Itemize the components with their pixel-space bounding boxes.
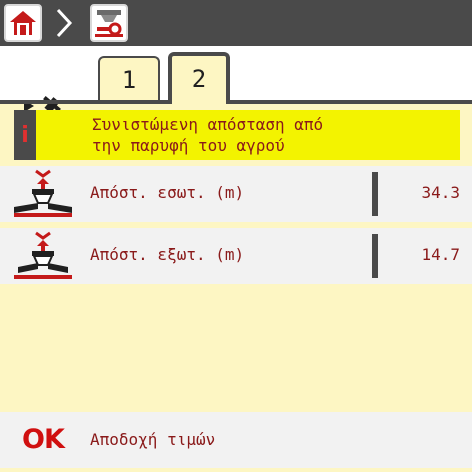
active-tab-gap xyxy=(172,100,226,104)
home-icon xyxy=(10,11,36,35)
tab-2-label: 2 xyxy=(191,65,207,93)
tab-2[interactable]: 2 xyxy=(168,52,230,102)
accept-values-button[interactable]: OK Αποδοχή τιμών xyxy=(0,412,472,468)
tab-1-label: 1 xyxy=(121,66,137,94)
top-navigation-bar xyxy=(0,0,472,46)
inner-distance-value: 34.3 xyxy=(421,183,460,202)
value-divider xyxy=(372,234,378,278)
tab-area: 1 2 xyxy=(0,46,472,144)
tab-1[interactable]: 1 xyxy=(98,56,160,102)
outer-distance-icon xyxy=(14,231,72,279)
info-text: Συνιστώμενη απόσταση από την παρυφή του … xyxy=(92,115,324,155)
outer-distance-value: 14.7 xyxy=(421,245,460,264)
home-button[interactable] xyxy=(4,4,42,42)
info-row: i Συνιστώμενη απόσταση από την παρυφή το… xyxy=(14,110,460,160)
service-menu-button[interactable] xyxy=(90,4,128,42)
inner-distance-row[interactable]: Απόστ. εσωτ. (m) 34.3 xyxy=(0,166,472,222)
inner-distance-label: Απόστ. εσωτ. (m) xyxy=(90,183,245,202)
ok-icon: OK xyxy=(22,424,65,455)
tab-divider xyxy=(0,100,472,104)
inner-distance-icon xyxy=(14,169,72,217)
outer-distance-label: Απόστ. εξωτ. (m) xyxy=(90,245,245,264)
outer-distance-row[interactable]: Απόστ. εξωτ. (m) 14.7 xyxy=(0,228,472,284)
chevron-right-icon xyxy=(56,8,73,38)
accept-values-label: Αποδοχή τιμών xyxy=(90,430,216,449)
info-icon: i xyxy=(14,110,36,160)
value-divider xyxy=(372,172,378,216)
spreader-wrench-icon xyxy=(95,10,123,37)
